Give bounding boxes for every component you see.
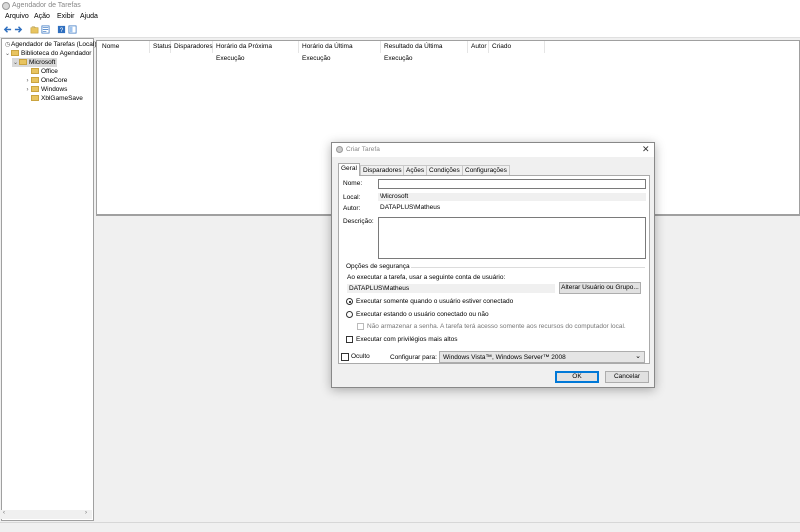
close-icon[interactable]: ✕ — [642, 144, 650, 155]
column-header-autor[interactable]: Autor — [468, 41, 489, 53]
tab-condicoes[interactable]: Condições — [426, 165, 463, 175]
menu-ajuda[interactable]: Ajuda — [80, 13, 98, 20]
tree-office-label: Office — [41, 68, 58, 75]
column-header-disparadores[interactable]: Disparadores — [171, 41, 213, 53]
dialog-title: Criar Tarefa — [346, 146, 380, 153]
tree-root-label: Agendador de Tarefas (Local) — [11, 41, 97, 48]
run-as-user-value: DATAPLUS\Matheus — [347, 284, 555, 293]
tree-node-library[interactable]: ⌄ Biblioteca do Agendador — [4, 49, 92, 59]
tab-acoes[interactable]: Ações — [403, 165, 428, 175]
run-as-text: Ao executar a tarefa, usar a seguinte co… — [347, 274, 506, 281]
configure-for-label: Configurar para: — [390, 354, 437, 361]
arrow-left-icon[interactable] — [3, 25, 12, 34]
menu-acao[interactable]: Ação — [34, 13, 50, 20]
configure-for-select[interactable]: Windows Vista™, Windows Server™ 2008 ⌄ — [439, 351, 645, 363]
tree-windows-label: Windows — [41, 86, 68, 93]
tab-geral[interactable]: Geral — [338, 163, 360, 176]
tree-horizontal-scrollbar[interactable]: ‹ › — [1, 510, 92, 519]
tree-node-office[interactable]: Office — [24, 67, 58, 76]
name-label: Nome: — [343, 180, 363, 187]
app-icon — [2, 2, 10, 10]
tree-node-microsoft[interactable]: ⌄ Microsoft — [12, 58, 58, 68]
highest-privileges-label[interactable]: Executar com privilégios mais altos — [356, 336, 458, 343]
tree-onecore-label: OneCore — [41, 77, 68, 84]
description-input[interactable] — [378, 217, 646, 259]
security-options-heading: Opções de segurança — [346, 263, 410, 270]
tree-node-root[interactable]: ◷Agendador de Tarefas (Local) — [4, 40, 97, 49]
radio-run-whether-logged-on[interactable] — [346, 311, 353, 318]
tab-configuracoes[interactable]: Configurações — [462, 165, 510, 175]
checkbox-hidden[interactable] — [341, 353, 349, 361]
create-task-dialog: Criar Tarefa ✕ Geral Disparadores Ações … — [331, 142, 655, 388]
clock-icon — [336, 146, 343, 153]
chevron-down-icon: ⌄ — [635, 353, 641, 360]
column-header-proxima-execucao[interactable]: Horário da Próxima Execução — [213, 41, 299, 62]
change-user-button[interactable]: Alterar Usuário ou Grupo... — [559, 282, 641, 294]
properties-icon[interactable] — [41, 25, 50, 34]
scroll-right-icon[interactable]: › — [85, 510, 87, 516]
folder-icon — [19, 59, 27, 66]
scroll-left-icon[interactable]: ‹ — [3, 510, 5, 516]
folder-icon — [31, 95, 39, 102]
no-store-password-label: Não armazenar a senha. A tarefa terá ace… — [367, 323, 626, 330]
tree-xblgamesave-label: XblGameSave — [41, 95, 83, 102]
arrow-right-icon[interactable] — [14, 25, 23, 34]
hidden-label[interactable]: Oculto — [351, 353, 370, 360]
ok-button[interactable]: OK — [555, 371, 599, 383]
folder-icon — [31, 68, 39, 75]
author-value: DATAPLUS\Matheus — [378, 204, 646, 212]
column-header-status[interactable]: Status — [150, 41, 171, 53]
column-header-ultima-execucao[interactable]: Horário da Última Execução — [299, 41, 381, 62]
column-header-resultado[interactable]: Resultado da Última Execução — [381, 41, 468, 62]
author-label: Autor: — [343, 205, 361, 212]
window-title: Agendador de Tarefas — [12, 2, 81, 9]
help-icon[interactable]: ? — [57, 25, 66, 34]
dialog-titlebar: Criar Tarefa ✕ — [332, 143, 654, 157]
tree-node-onecore[interactable]: › OneCore — [24, 76, 68, 85]
column-header-criado[interactable]: Criado — [489, 41, 545, 53]
navigation-tree[interactable]: ◷Agendador de Tarefas (Local) ⌄ Bibliotec… — [1, 38, 97, 521]
cancel-button[interactable]: Cancelar — [605, 371, 649, 383]
tree-library-label: Biblioteca do Agendador — [21, 50, 92, 57]
folder-icon[interactable] — [30, 25, 39, 34]
folder-icon — [11, 50, 19, 57]
tree-node-windows[interactable]: › Windows — [24, 85, 68, 94]
view-icon[interactable] — [68, 25, 77, 34]
chevron-down-icon[interactable]: ⌄ — [12, 59, 19, 68]
radio-run-whether-label[interactable]: Executar estando o usuário conectado ou … — [356, 311, 489, 318]
chevron-down-icon[interactable]: ⌄ — [4, 50, 11, 59]
description-label: Descrição: — [343, 218, 374, 225]
menu-bar: Arquivo Ação Exibir Ajuda — [0, 12, 800, 23]
menu-arquivo[interactable]: Arquivo — [5, 13, 29, 20]
radio-run-logged-on[interactable] — [346, 298, 353, 305]
column-header-nome[interactable]: Nome — [99, 41, 150, 53]
menu-exibir[interactable]: Exibir — [57, 13, 75, 20]
tree-microsoft-label: Microsoft — [29, 59, 56, 66]
checkbox-no-store-password[interactable] — [357, 323, 364, 330]
location-value: \Microsoft — [378, 193, 646, 201]
tab-panel-geral: Nome: Local: \Microsoft Autor: DATAPLUS\… — [338, 175, 650, 364]
svg-text:?: ? — [60, 27, 64, 34]
tree-node-xblgamesave[interactable]: XblGameSave — [24, 94, 83, 103]
toolbar: ? — [0, 23, 800, 38]
group-divider — [411, 267, 645, 268]
folder-icon — [31, 86, 39, 93]
location-label: Local: — [343, 194, 361, 201]
folder-icon — [31, 77, 39, 84]
tab-disparadores[interactable]: Disparadores — [360, 165, 405, 175]
radio-run-logged-on-label[interactable]: Executar somente quando o usuário estive… — [356, 298, 513, 305]
window-titlebar: Agendador de Tarefas — [0, 0, 800, 12]
checkbox-highest-privileges[interactable] — [346, 336, 353, 343]
name-input[interactable] — [378, 179, 646, 189]
